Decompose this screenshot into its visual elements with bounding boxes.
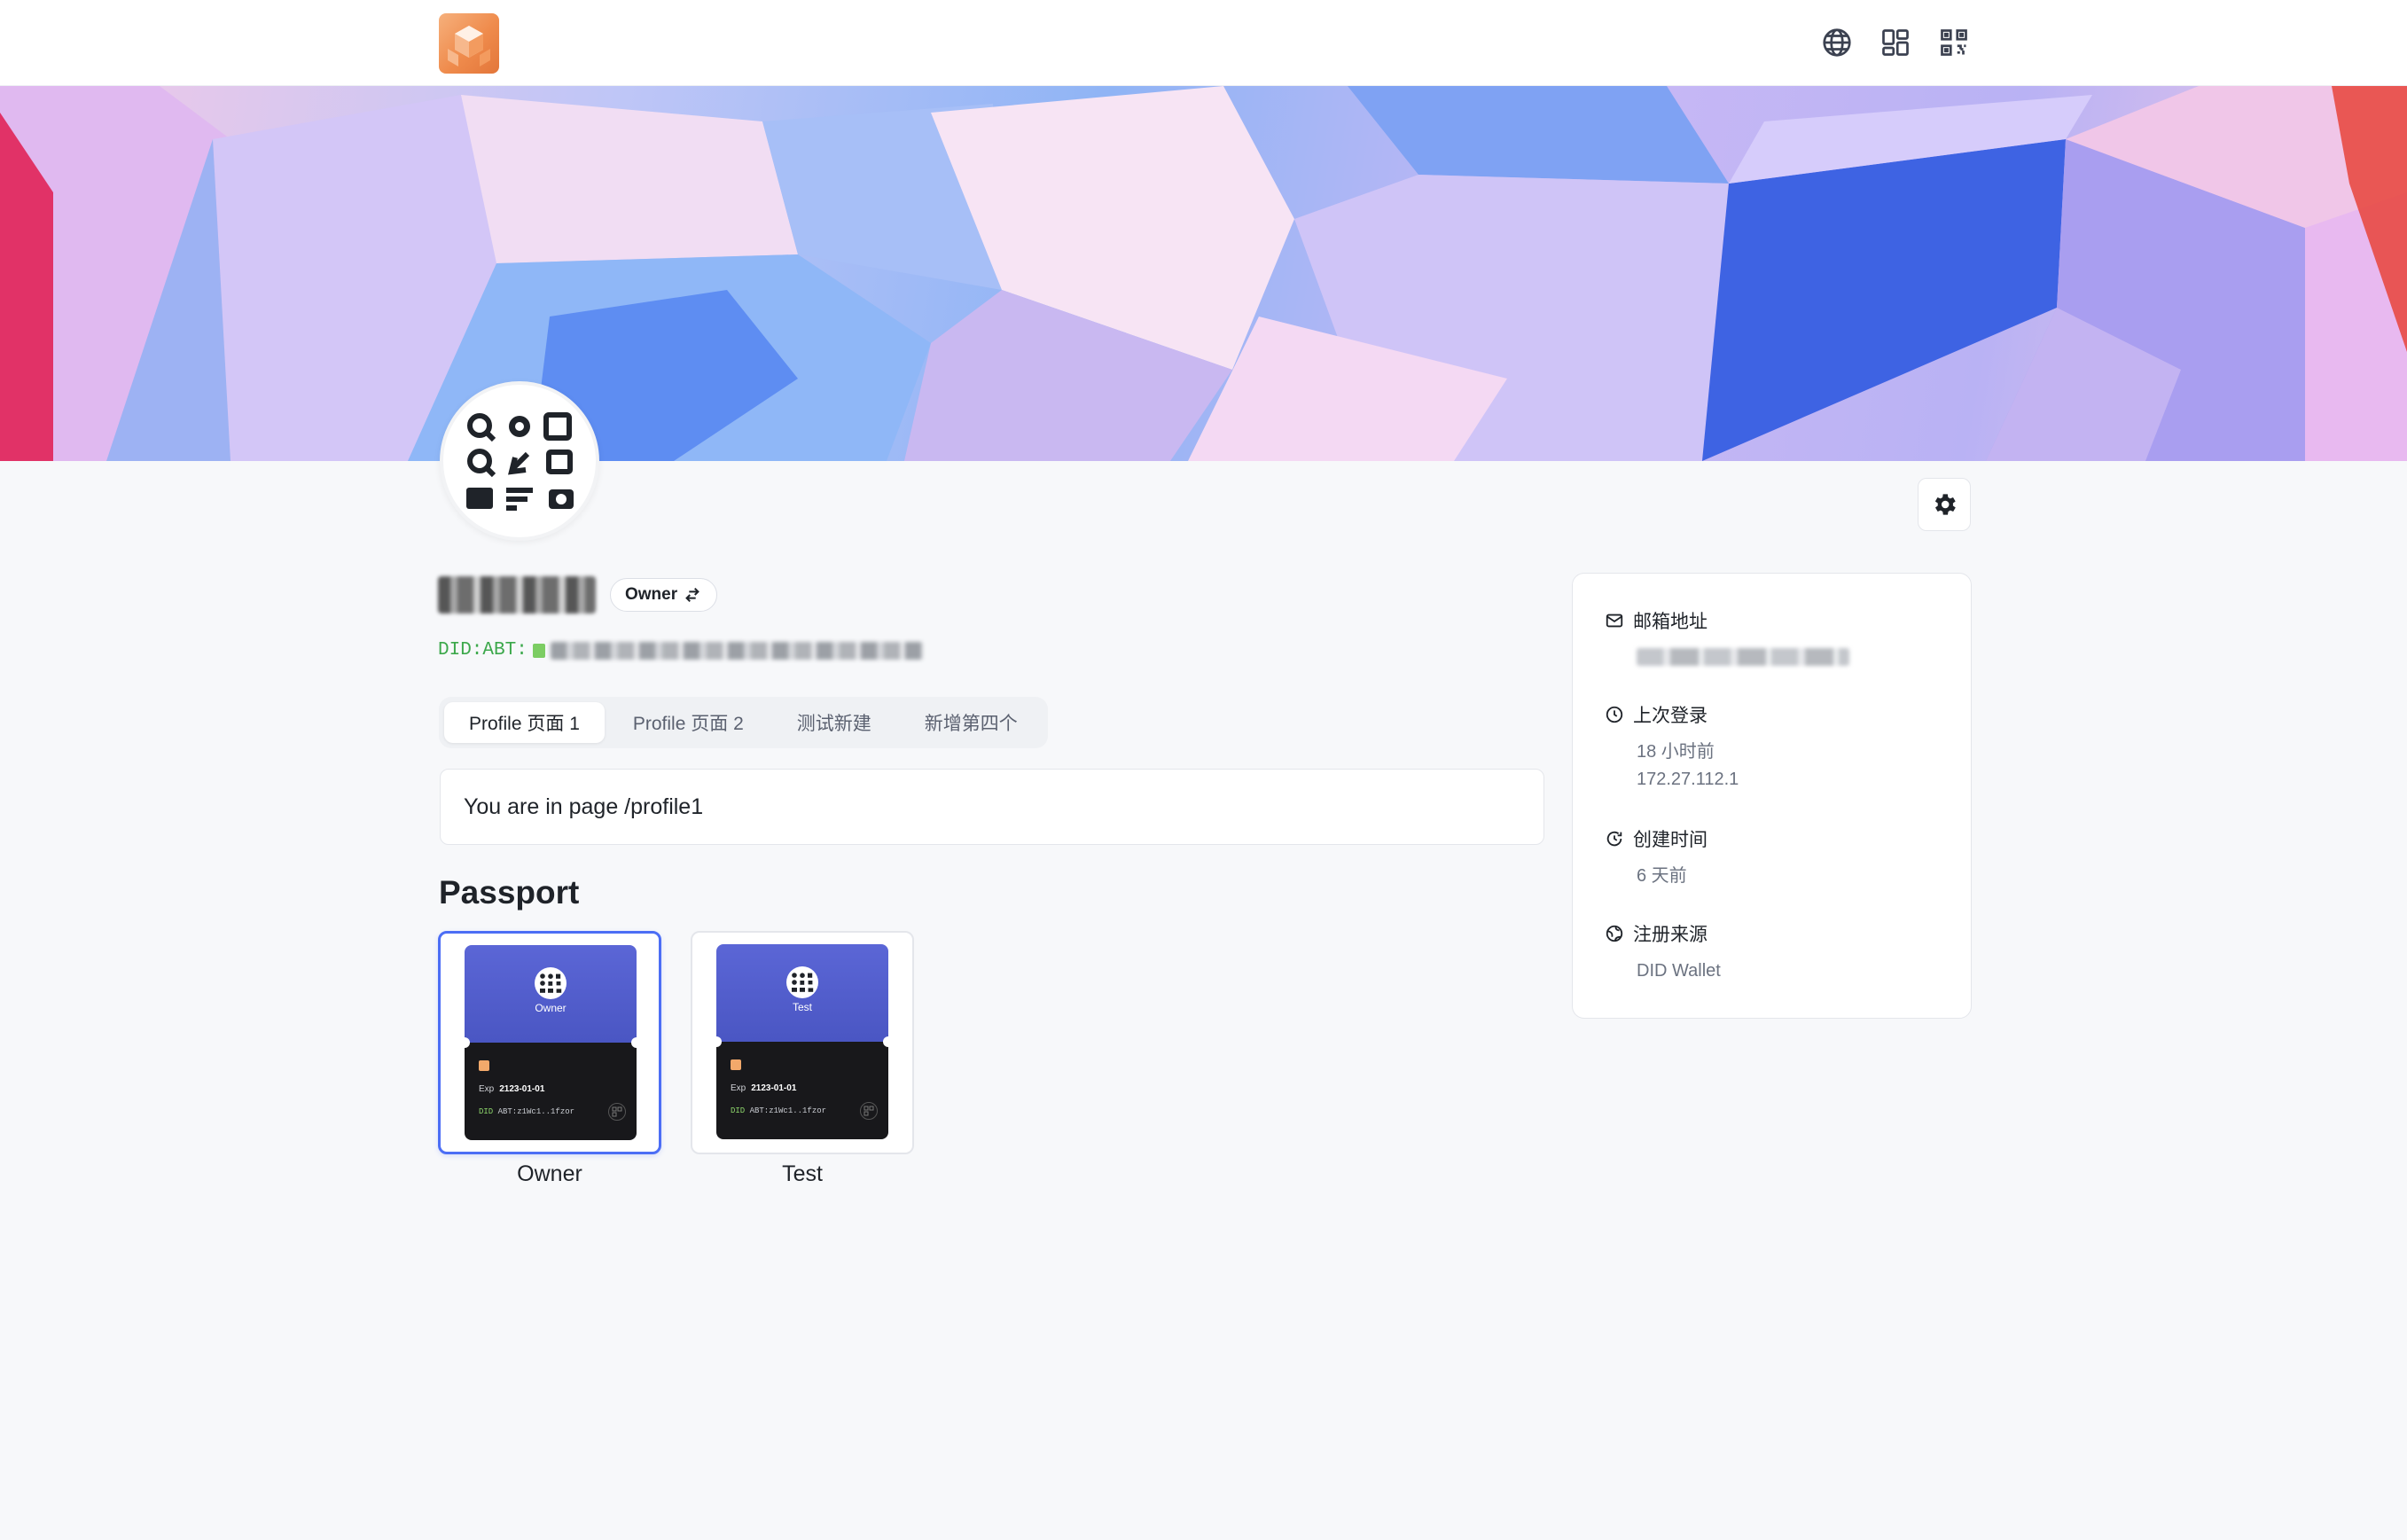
expiry-date: 2123-01-01 (751, 1083, 797, 1093)
user-info-card: 邮箱地址 上次登录 18 小时前 172.27.112.1 创建时间 6 天前 … (1572, 573, 1972, 1019)
info-source: 注册来源 DID Wallet (1605, 920, 1721, 985)
page-content-text: You are in page /profile1 (464, 793, 704, 819)
expiry-label: Exp (479, 1084, 495, 1094)
mail-icon (1606, 614, 1623, 628)
profile-avatar[interactable] (440, 381, 599, 541)
passport-did: DID ABT:z1Wc1..1fzor (479, 1107, 574, 1116)
profile-tabs: Profile 页面 1 Profile 页面 2 测试新建 新增第四个 (439, 697, 1048, 748)
user-name-redacted (438, 576, 596, 614)
did-avatar-icon (532, 643, 545, 658)
did-address[interactable]: DID:ABT: (438, 640, 923, 661)
gear-icon (1934, 494, 1956, 515)
email-label: 邮箱地址 (1633, 612, 1708, 632)
created-label: 创建时间 (1633, 830, 1708, 850)
passport-role: Owner (535, 1002, 567, 1014)
passport-label-test: Test (782, 1161, 823, 1186)
qrcode-icon (860, 1102, 878, 1120)
did-tag: DID (731, 1106, 746, 1115)
passport-avatar (535, 967, 567, 999)
settings-button[interactable] (1918, 478, 1971, 531)
app-logo[interactable] (439, 13, 499, 74)
card-notch-right (883, 1036, 888, 1047)
passport-card-test[interactable]: Test Exp 2123-01-01 DID ABT:z1Wc1..1fzor (691, 931, 914, 1154)
page-content: You are in page /profile1 (440, 769, 1544, 845)
banner-cubes-image (0, 86, 2407, 461)
did-short: z1Wc1..1fzor (769, 1106, 827, 1115)
passport-expiry: Exp 2123-01-01 (731, 1083, 796, 1093)
last-login-ip: 172.27.112.1 (1637, 770, 1739, 789)
tab-test-new[interactable]: 测试新建 (772, 702, 896, 743)
passport-avatar (786, 966, 818, 998)
chip-icon (479, 1060, 489, 1071)
passport-expiry: Exp 2123-01-01 (479, 1084, 544, 1094)
email-value-redacted (1637, 648, 1849, 666)
globe-source-icon (1606, 925, 1623, 942)
expiry-label: Exp (731, 1083, 746, 1093)
tab-add-fourth[interactable]: 新增第四个 (900, 702, 1043, 743)
tab-profile-1[interactable]: Profile 页面 1 (444, 702, 605, 743)
source-label: 注册来源 (1633, 925, 1708, 945)
last-login-time: 18 小时前 (1637, 742, 1715, 762)
avatar-icon-grid (466, 412, 574, 511)
did-value-redacted (550, 641, 923, 660)
did-mid: ABT: (497, 1107, 518, 1116)
card-notch-right (631, 1037, 637, 1048)
qrcode-icon (608, 1103, 626, 1121)
dashboard-icon[interactable] (1878, 25, 1913, 60)
chip-icon (731, 1059, 741, 1070)
tab-profile-2[interactable]: Profile 页面 2 (608, 702, 769, 743)
logo-cubes-icon (448, 26, 490, 66)
expiry-date: 2123-01-01 (499, 1084, 545, 1094)
profile-banner (0, 86, 2407, 461)
info-created: 创建时间 6 天前 (1605, 825, 1708, 890)
swap-icon (685, 587, 699, 603)
role-switch-badge[interactable]: Owner (610, 578, 718, 612)
clock-icon (1606, 706, 1623, 723)
passport-did: DID ABT:z1Wc1..1fzor (731, 1106, 826, 1115)
qrcode-icon[interactable] (1936, 25, 1972, 60)
did-prefix: DID:ABT: (438, 640, 528, 661)
top-header (0, 0, 2407, 86)
did-short: z1Wc1..1fzor (517, 1107, 575, 1116)
passport-role: Test (792, 1001, 812, 1013)
passport-heading: Passport (439, 874, 580, 911)
created-value: 6 天前 (1637, 866, 1687, 886)
passport-label-owner: Owner (517, 1161, 582, 1186)
globe-icon[interactable] (1819, 25, 1855, 60)
did-tag: DID (479, 1107, 494, 1116)
passport-card-owner[interactable]: Owner Exp 2123-01-01 DID ABT:z1Wc1..1fzor (438, 931, 661, 1154)
info-last-login: 上次登录 18 小时前 172.27.112.1 (1605, 701, 1739, 793)
history-icon (1606, 831, 1622, 847)
did-mid: ABT: (749, 1106, 770, 1115)
source-value: DID Wallet (1637, 961, 1721, 981)
role-badge-label: Owner (625, 585, 678, 604)
last-login-label: 上次登录 (1633, 706, 1708, 726)
info-email: 邮箱地址 (1605, 607, 1849, 666)
